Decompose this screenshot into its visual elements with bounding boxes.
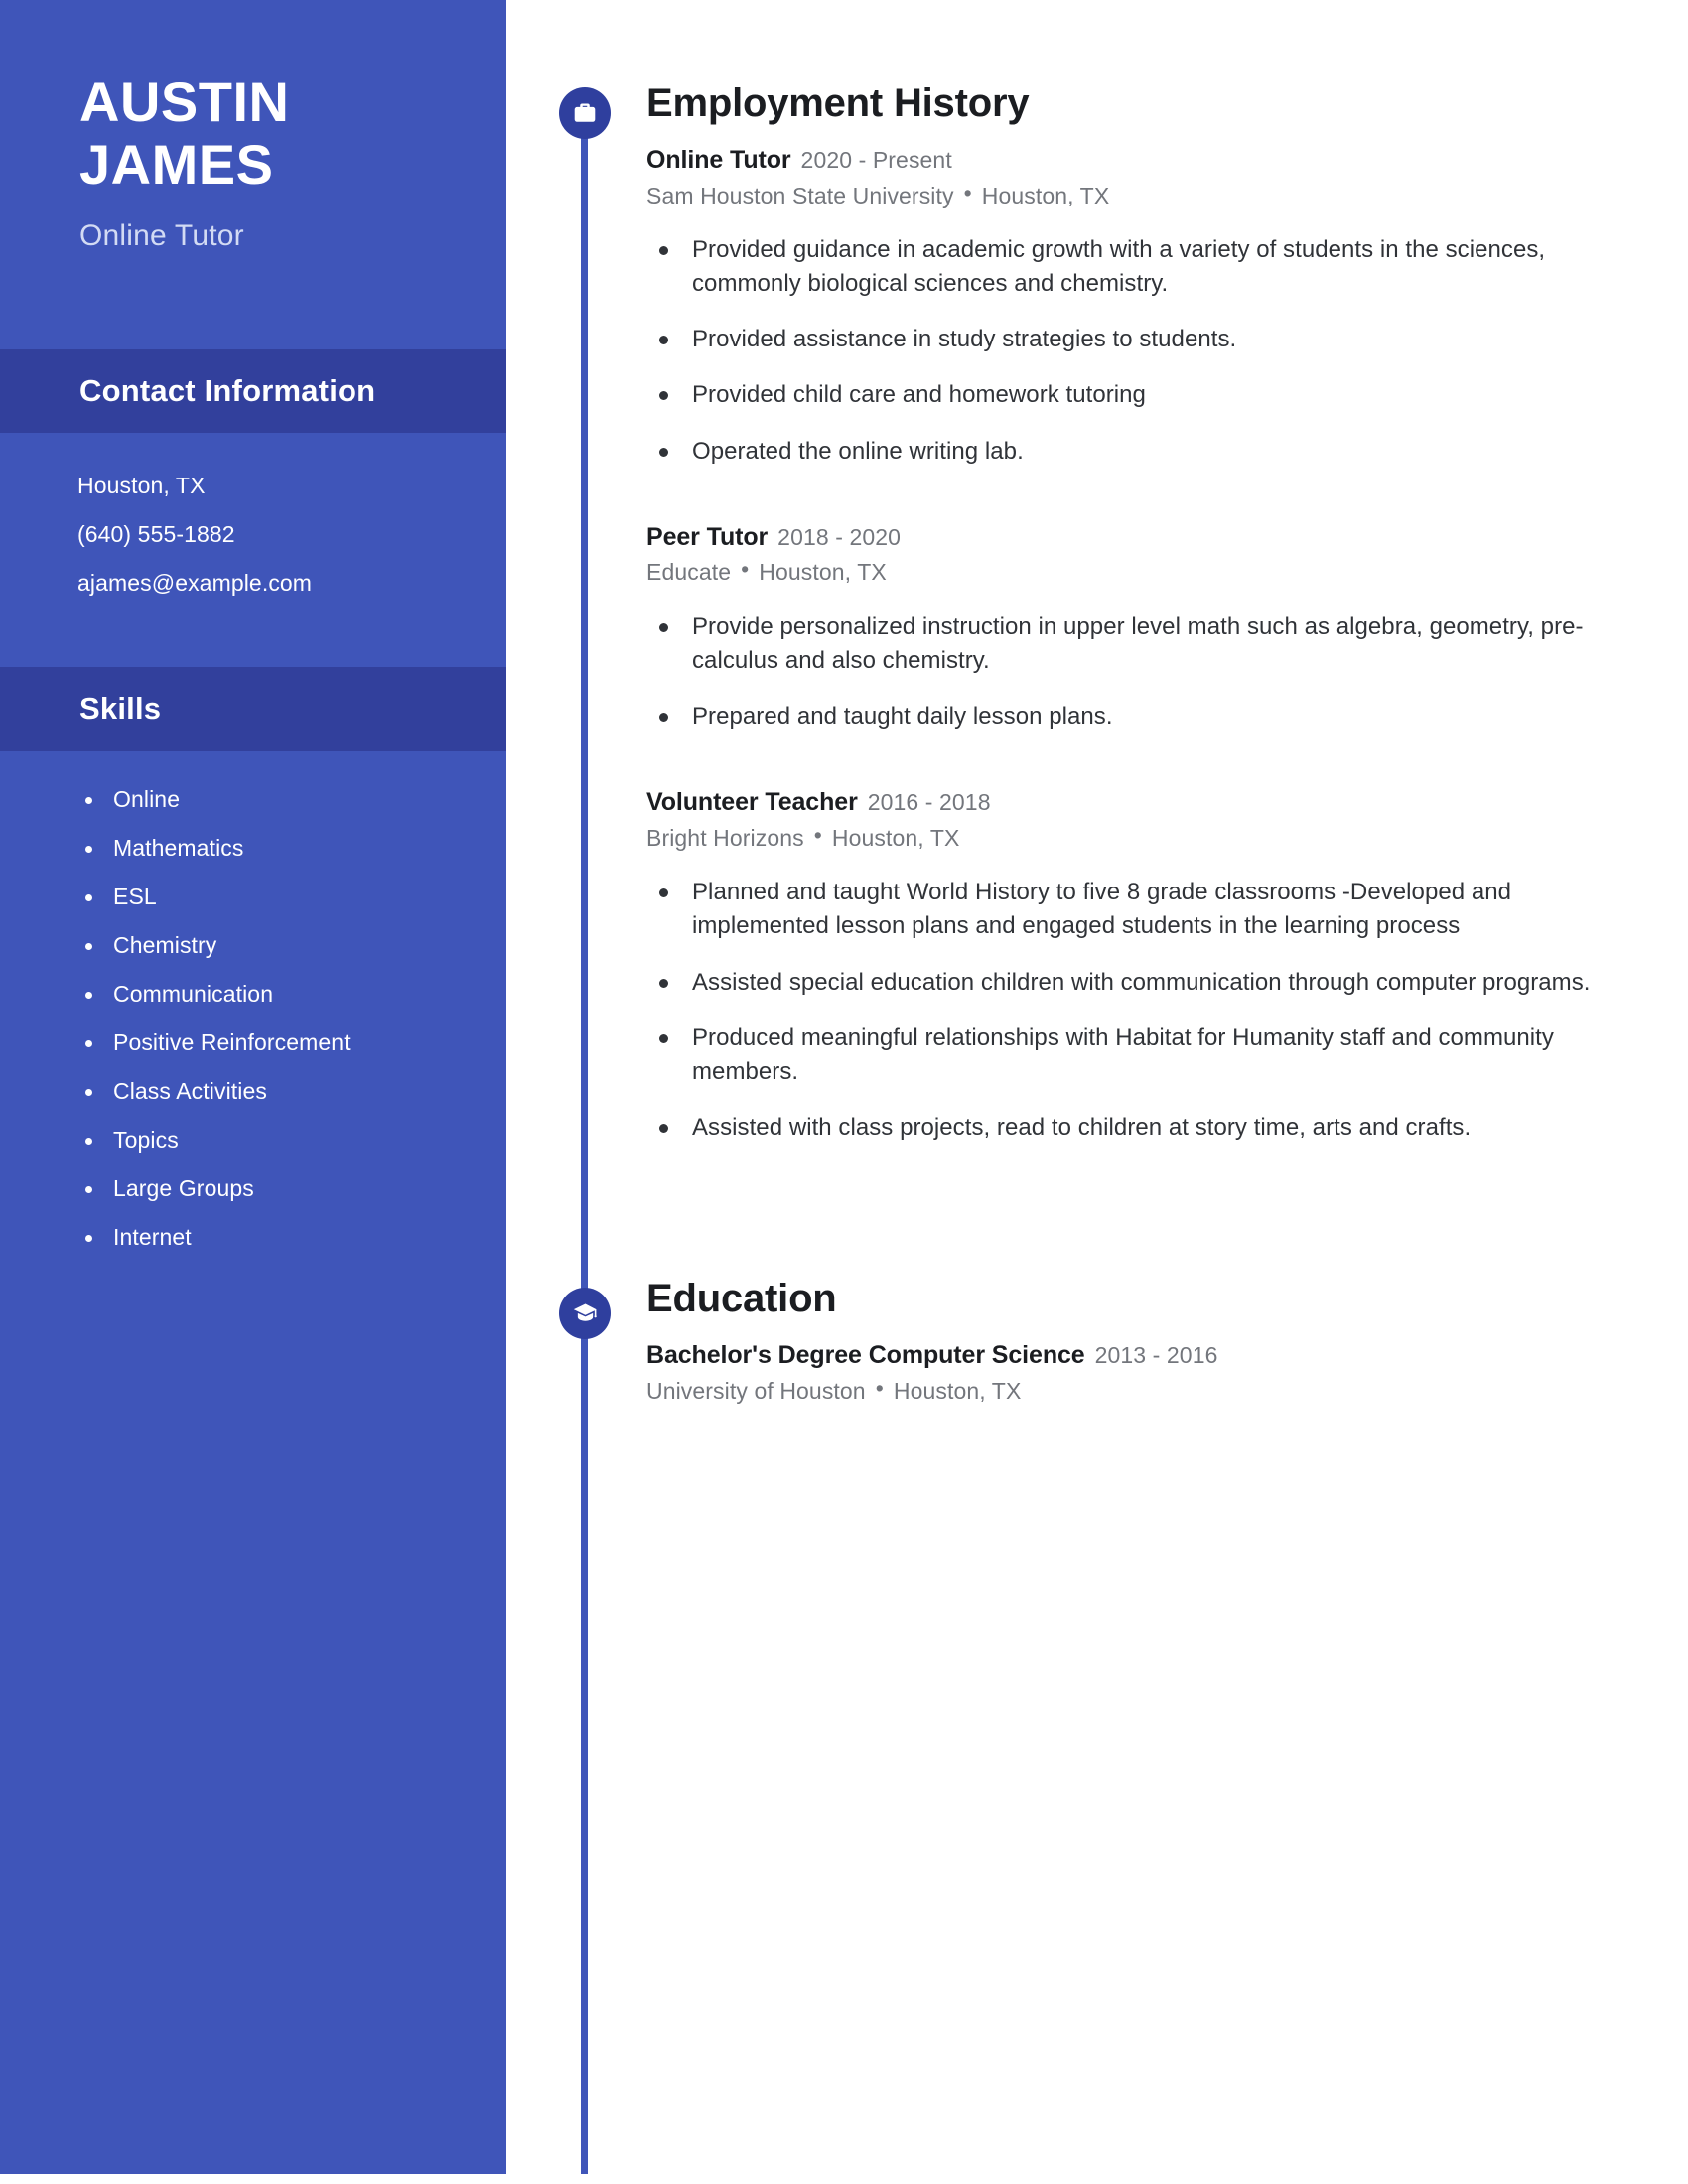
headline-job-title: Online Tutor xyxy=(79,219,244,253)
employment-section-title: Employment History xyxy=(646,81,1030,125)
entry-bullet: Provide personalized instruction in uppe… xyxy=(646,611,1639,678)
first-name: AUSTIN xyxy=(79,70,290,133)
skills-section-title: Skills xyxy=(79,691,162,727)
meta-separator-dot: • xyxy=(875,1374,884,1401)
entry-bullet: Assisted with class projects, read to ch… xyxy=(646,1111,1639,1145)
last-name: JAMES xyxy=(79,132,274,196)
entry-organization: University of Houston xyxy=(646,1377,866,1404)
contact-location: Houston, TX xyxy=(77,473,206,499)
entry-organization: Bright Horizons xyxy=(646,824,804,851)
sidebar: AUSTIN JAMES Online Tutor Contact Inform… xyxy=(0,0,506,2174)
entry-bullet: Prepared and taught daily lesson plans. xyxy=(646,700,1639,734)
employment-entry-list: Online Tutor 2020 - Present Sam Houston St… xyxy=(646,145,1639,1145)
skill-item: ESL xyxy=(77,886,506,908)
entry-meta: University of Houston • Houston, TX xyxy=(646,1374,1639,1406)
skill-item: Topics xyxy=(77,1129,506,1152)
skill-item: Class Activities xyxy=(77,1080,506,1103)
contact-email[interactable]: ajames@example.com xyxy=(77,572,506,595)
entry-location: Houston, TX xyxy=(831,824,960,851)
entry-bullet: Provided child care and homework tutorin… xyxy=(646,378,1639,412)
education-section-title: Education xyxy=(646,1277,837,1320)
entry-spacer xyxy=(646,755,1639,787)
meta-separator-dot: • xyxy=(813,821,822,848)
entry-meta: Bright Horizons • Houston, TX xyxy=(646,821,1639,853)
entry-meta: Sam Houston State University • Houston, TX xyxy=(646,179,1639,210)
education-timeline-node xyxy=(559,1288,611,1339)
education-section: Education Bachelor's Degree Computer Sci… xyxy=(646,1279,1639,1405)
name-block: AUSTIN JAMES Online Tutor xyxy=(0,0,506,253)
entry-header: Online Tutor 2020 - Present xyxy=(646,145,1639,176)
skill-item: Communication xyxy=(77,983,506,1006)
entry-dates: 2018 - 2020 xyxy=(777,523,902,550)
education-entry-list: Bachelor's Degree Computer Science 2013 -… xyxy=(646,1340,1639,1405)
experience-entry: Online Tutor 2020 - Present Sam Houston St… xyxy=(646,145,1639,469)
skill-item: Internet xyxy=(77,1226,506,1249)
entry-location: Houston, TX xyxy=(981,182,1110,208)
entry-bullet: Assisted special education children with… xyxy=(646,966,1639,1000)
meta-separator-dot: • xyxy=(963,179,972,205)
briefcase-icon xyxy=(572,100,598,126)
skills-details: Online Mathematics ESL Chemistry Communicati… xyxy=(0,751,506,1249)
entry-role: Volunteer Teacher xyxy=(646,788,858,817)
skill-item: Online xyxy=(77,788,506,811)
entry-dates: 2020 - Present xyxy=(800,147,952,173)
contact-section-title: Contact Information xyxy=(79,373,376,409)
entry-header: Peer Tutor 2018 - 2020 xyxy=(646,522,1639,553)
graduation-cap-icon xyxy=(572,1300,599,1327)
entry-bullet: Produced meaningful relationships with H… xyxy=(646,1022,1639,1089)
entry-dates: 2013 - 2016 xyxy=(1094,1342,1218,1368)
entry-role: Peer Tutor xyxy=(646,522,769,551)
entry-location: Houston, TX xyxy=(893,1377,1022,1404)
resume-page: AUSTIN JAMES Online Tutor Contact Inform… xyxy=(0,0,1688,2184)
entry-bullet: Provided assistance in study strategies … xyxy=(646,323,1639,356)
entry-bullet-list: Planned and taught World History to five… xyxy=(646,876,1639,1144)
entry-meta: Educate • Houston, TX xyxy=(646,556,1639,587)
experience-entry: Peer Tutor 2018 - 2020 Educate • Houston, TX… xyxy=(646,522,1639,734)
skill-item: Large Groups xyxy=(77,1177,506,1200)
employment-history-section: Employment History Online Tutor 2020 - Pr… xyxy=(646,83,1639,1166)
entry-role: Bachelor's Degree Computer Science xyxy=(646,1341,1085,1369)
contact-phone[interactable]: (640) 555-1882 xyxy=(77,523,506,546)
meta-separator-dot: • xyxy=(741,556,750,583)
experience-entry: Volunteer Teacher 2016 - 2018 Bright Horiz… xyxy=(646,787,1639,1145)
entry-bullet-list: Provide personalized instruction in uppe… xyxy=(646,611,1639,734)
contact-section-header: Contact Information xyxy=(0,349,506,434)
entry-role: Online Tutor xyxy=(646,146,791,174)
entry-spacer xyxy=(646,490,1639,522)
entry-bullet: Planned and taught World History to five… xyxy=(646,876,1639,943)
skill-item: Mathematics xyxy=(77,837,506,860)
entry-bullet: Provided guidance in academic growth wit… xyxy=(646,233,1639,301)
experience-entry: Bachelor's Degree Computer Science 2013 -… xyxy=(646,1340,1639,1405)
skill-item: Positive Reinforcement xyxy=(77,1031,506,1054)
entry-dates: 2016 - 2018 xyxy=(867,789,991,816)
contact-details: Houston, TX (640) 555-1882 ajames@exampl… xyxy=(0,433,506,595)
entry-location: Houston, TX xyxy=(759,559,887,586)
entry-header: Volunteer Teacher 2016 - 2018 xyxy=(646,787,1639,818)
employment-timeline-node xyxy=(559,87,611,139)
entry-bullet-list: Provided guidance in academic growth wit… xyxy=(646,233,1639,468)
entry-bullet: Operated the online writing lab. xyxy=(646,435,1639,469)
entry-organization: Educate xyxy=(646,559,732,586)
skill-item: Chemistry xyxy=(77,934,506,957)
timeline-rail xyxy=(581,104,588,2174)
entry-header: Bachelor's Degree Computer Science 2013 -… xyxy=(646,1340,1639,1371)
entry-organization: Sam Houston State University xyxy=(646,182,954,208)
skills-list: Online Mathematics ESL Chemistry Communicati… xyxy=(77,788,506,1249)
skills-section-header: Skills xyxy=(0,667,506,751)
